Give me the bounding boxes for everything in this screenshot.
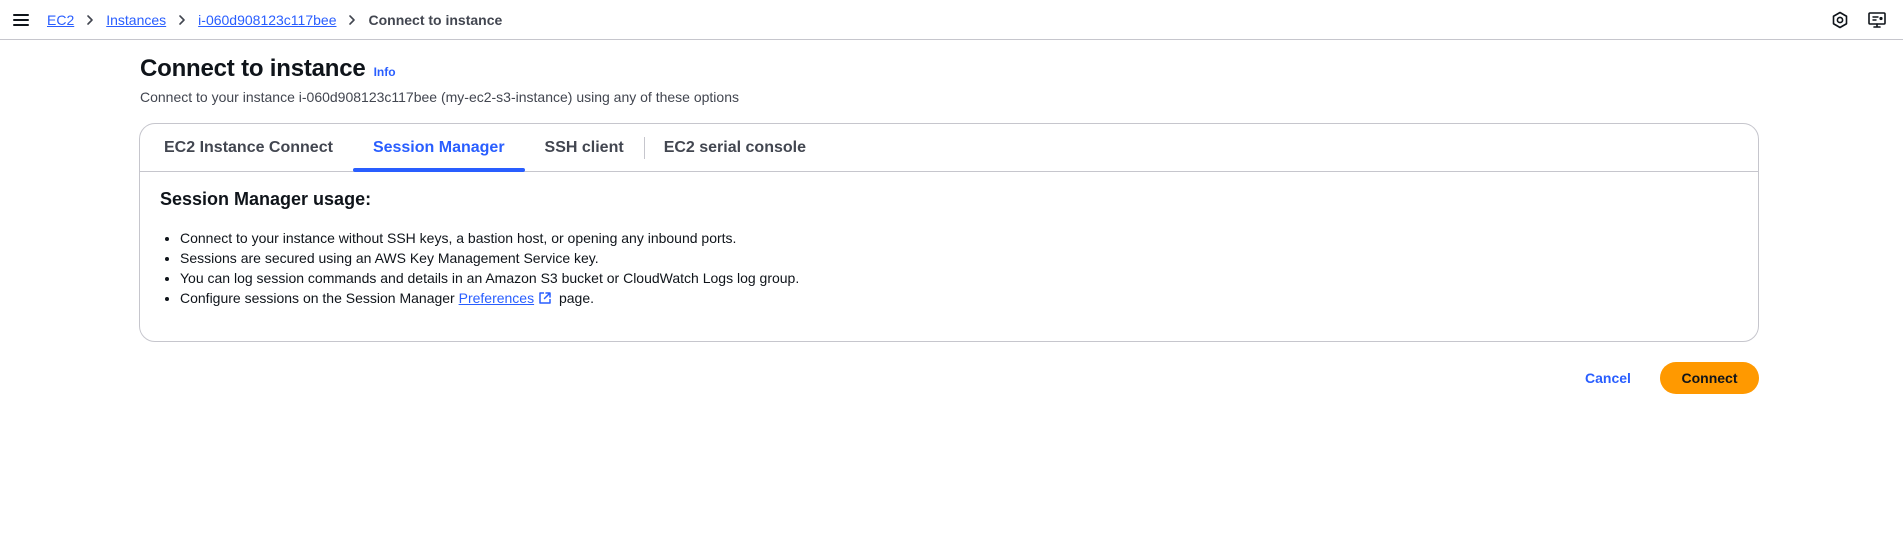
notifications-icon[interactable] — [1830, 10, 1850, 30]
cancel-button[interactable]: Cancel — [1573, 362, 1643, 394]
breadcrumb-link-instances[interactable]: Instances — [106, 11, 166, 29]
session-manager-heading: Session Manager usage: — [160, 189, 372, 209]
page-header: Connect to instance Info — [140, 55, 396, 83]
tab-ssh-client[interactable]: SSH client — [525, 124, 644, 171]
tab-ec2-serial-console[interactable]: EC2 serial console — [643, 124, 826, 171]
connect-method-tabs: EC2 Instance Connect Session Manager SSH… — [140, 124, 1758, 172]
breadcrumb-link-instance-id[interactable]: i-060d908123c117bee — [198, 11, 336, 29]
tab-ec2-instance-connect[interactable]: EC2 Instance Connect — [144, 124, 353, 171]
list-item-preferences: Configure sessions on the Session Manage… — [180, 288, 799, 308]
config-suffix-text: page. — [555, 290, 595, 306]
breadcrumb: EC2 Instances i-060d908123c117bee Connec… — [47, 11, 502, 29]
list-item: Sessions are secured using an AWS Key Ma… — [180, 248, 799, 268]
hamburger-menu-icon[interactable] — [12, 11, 30, 29]
breadcrumb-current: Connect to instance — [368, 12, 503, 28]
connect-button[interactable]: Connect — [1660, 362, 1759, 394]
page-title: Connect to instance — [140, 55, 366, 82]
external-link-icon[interactable] — [538, 290, 552, 304]
connect-options-container: EC2 Instance Connect Session Manager SSH… — [139, 123, 1759, 342]
chevron-right-icon — [84, 11, 96, 29]
config-prefix-text: Configure sessions on the Session Manage… — [180, 290, 459, 306]
breadcrumb-link-ec2[interactable]: EC2 — [47, 11, 74, 29]
preferences-link[interactable]: Preferences — [459, 290, 534, 306]
info-link[interactable]: Info — [374, 65, 396, 79]
display-settings-icon[interactable] — [1867, 10, 1887, 30]
list-item: You can log session commands and details… — [180, 268, 799, 288]
session-manager-usage-list: Connect to your instance without SSH key… — [180, 228, 799, 308]
tab-session-manager[interactable]: Session Manager — [352, 124, 525, 172]
chevron-right-icon — [346, 11, 358, 29]
chevron-right-icon — [176, 11, 188, 29]
top-navigation-bar: EC2 Instances i-060d908123c117bee Connec… — [0, 0, 1903, 40]
list-item: Connect to your instance without SSH key… — [180, 228, 799, 248]
page-description: Connect to your instance i-060d908123c11… — [140, 89, 739, 105]
